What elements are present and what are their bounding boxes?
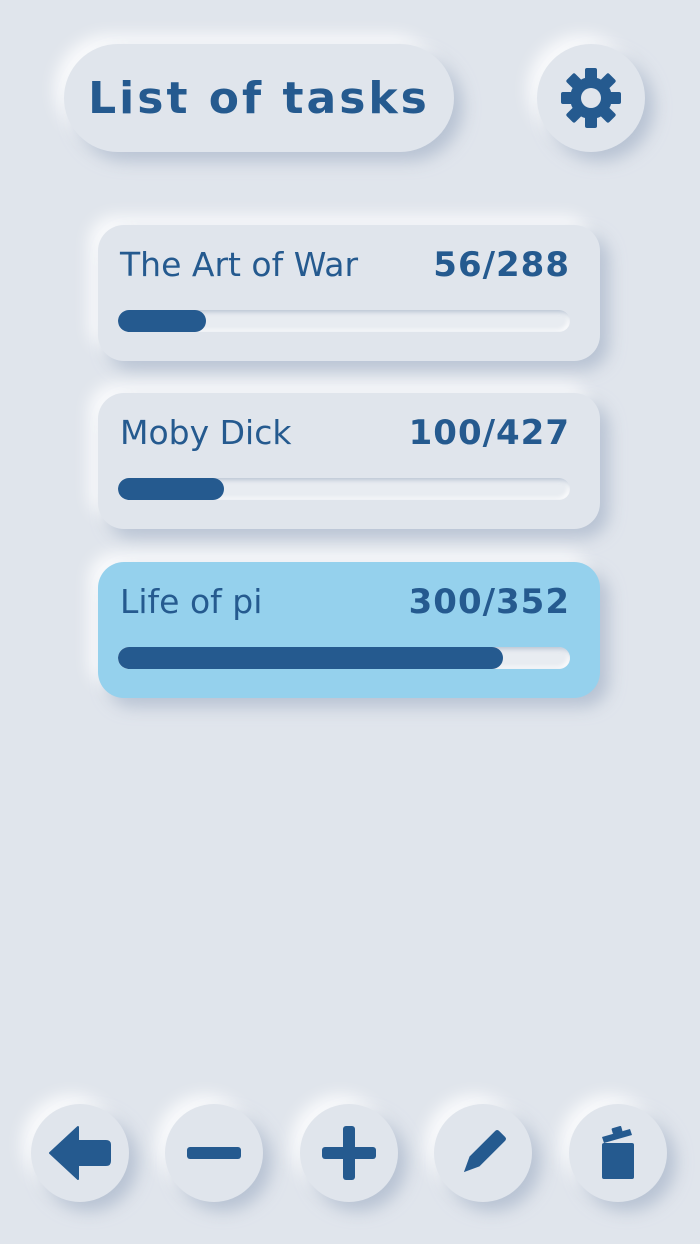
progress-bar [118,310,570,332]
page-title: List of tasks [88,72,430,124]
pencil-icon [463,1130,506,1173]
plus-icon [322,1126,376,1180]
task-name: Life of pi [120,582,263,621]
task-count: 56/288 [433,245,570,285]
progress-bar [118,478,570,500]
progress-fill [118,647,504,669]
task-card-0[interactable]: The Art of War 56/288 [98,225,600,361]
settings-button[interactable] [537,44,645,152]
minus-icon [187,1147,241,1159]
task-card-1[interactable]: Moby Dick 100/427 [98,393,600,529]
task-name: The Art of War [120,245,359,284]
decrement-button[interactable] [165,1104,263,1202]
delete-button[interactable] [569,1104,667,1202]
progress-bar [118,647,570,669]
back-button[interactable] [31,1104,129,1202]
title-pill: List of tasks [64,44,454,152]
edit-button[interactable] [434,1104,532,1202]
task-count: 100/427 [408,413,570,453]
trash-icon [602,1125,634,1179]
gear-icon [561,68,621,128]
add-button[interactable] [300,1104,398,1202]
task-name: Moby Dick [120,413,292,452]
progress-fill [118,478,224,500]
back-arrow-icon [49,1126,111,1180]
task-count: 300/352 [408,582,570,622]
task-card-2-selected[interactable]: Life of pi 300/352 [98,562,600,698]
progress-fill [118,310,206,332]
